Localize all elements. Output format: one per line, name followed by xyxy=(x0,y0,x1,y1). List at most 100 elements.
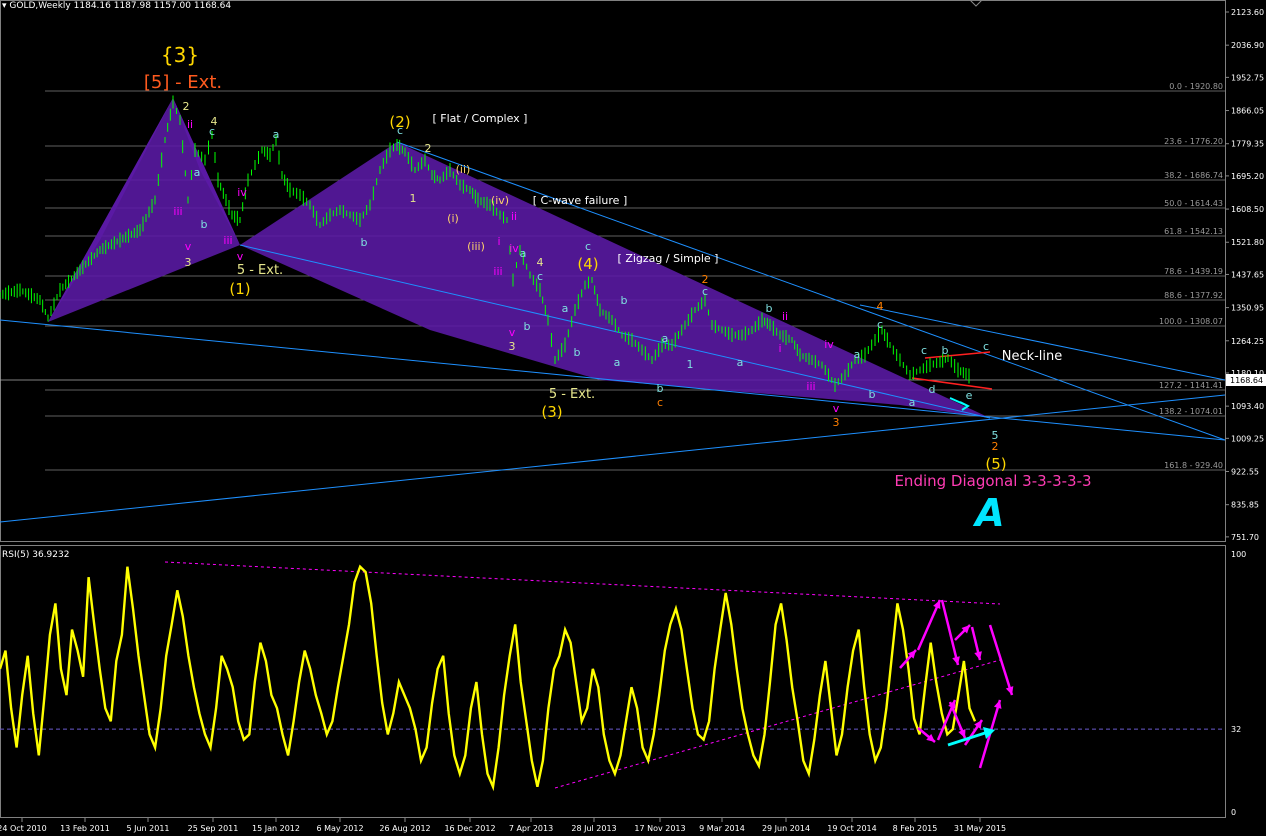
rsi-line xyxy=(0,564,977,792)
arrowhead-icon xyxy=(1005,686,1014,695)
price-tick-label: 1521.80 xyxy=(1231,238,1264,247)
wave-label: iii xyxy=(806,380,815,393)
annotation-text: {3} xyxy=(161,43,199,67)
dropdown-icon[interactable]: ▾ xyxy=(2,1,7,11)
price-tick-label: 1350.95 xyxy=(1231,304,1264,313)
wave-label: b xyxy=(942,344,949,357)
wedge-polygon xyxy=(240,142,990,418)
wave-label: ii xyxy=(511,210,517,223)
annotation-text: [ Flat / Complex ] xyxy=(433,112,528,125)
annotation-text: Neck-line xyxy=(1002,349,1063,364)
wave-label: c xyxy=(702,285,708,298)
price-tick-label: 1866.05 xyxy=(1231,107,1264,116)
price-tick-label: 2036.90 xyxy=(1231,41,1264,50)
wave-label: c xyxy=(877,318,883,331)
wave-label: a xyxy=(614,356,621,369)
time-tick-label: 24 Oct 2010 xyxy=(0,824,47,833)
rsi-axis-label: 0 xyxy=(1231,808,1236,817)
wave-label: iv xyxy=(509,242,519,255)
wave-label: 4 xyxy=(537,256,544,269)
time-tick-label: 28 Jul 2013 xyxy=(571,824,616,833)
annotation-text: 5 - Ext. xyxy=(549,387,595,402)
time-tick-label: 19 Oct 2014 xyxy=(827,824,876,833)
wave-label: (iv) xyxy=(491,194,509,207)
wave-label: d xyxy=(929,383,936,396)
annotation-text: 5 - Ext. xyxy=(237,263,283,278)
time-tick-label: 13 Feb 2011 xyxy=(60,824,110,833)
annotation-text: [ C-wave failure ] xyxy=(533,194,627,207)
rsi-magenta-arrow xyxy=(988,624,1014,696)
time-tick-label: 7 Apr 2013 xyxy=(509,824,553,833)
wave-label: b xyxy=(869,388,876,401)
rsi-axis-label: 100 xyxy=(1231,550,1246,559)
annotation-text: [ Zigzag / Simple ] xyxy=(618,252,719,265)
neckline-segment xyxy=(924,351,991,359)
wave-label: 2 xyxy=(183,100,190,113)
wave-label: a xyxy=(737,356,744,369)
wave-label: b xyxy=(201,218,208,231)
wave-label: c xyxy=(537,270,543,283)
wave-label: ii xyxy=(187,118,193,131)
wave-label: v xyxy=(237,250,244,263)
annotation-text: (5) xyxy=(985,455,1006,473)
time-tick-label: 9 Mar 2014 xyxy=(699,824,745,833)
price-chart: 0.0 - 1920.80 23.6 - 1776.20 38.2 - 1686.7… xyxy=(0,0,1266,833)
wave-label: i xyxy=(778,342,781,355)
wave-label: c xyxy=(209,125,215,138)
wave-label: c xyxy=(921,344,927,357)
wave-label: (ii) xyxy=(456,163,471,176)
wave-label: ii xyxy=(782,310,788,323)
rsi-magenta-arrow xyxy=(940,599,960,666)
wave-label: 1 xyxy=(687,358,694,371)
annotation-text: Ending Diagonal 3-3-3-3-3 xyxy=(894,472,1091,490)
wave-label: i xyxy=(497,235,500,248)
wave-label: b xyxy=(574,346,581,359)
fib-label: 161.8 - 929.40 xyxy=(1164,461,1223,470)
fib-label: 50.0 - 1614.43 xyxy=(1164,199,1223,208)
price-tick-label: 1264.25 xyxy=(1231,337,1264,346)
price-tick-label: 1009.25 xyxy=(1231,434,1264,443)
rsi-title: RSI(5) 36.9232 xyxy=(2,550,70,560)
fib-label: 100.0 - 1308.07 xyxy=(1159,317,1223,326)
time-tick-label: 6 May 2012 xyxy=(316,824,363,833)
fib-label: 38.2 - 1686.74 xyxy=(1164,171,1223,180)
wave-label: (iii) xyxy=(467,240,485,253)
fib-label: 127.2 - 1141.41 xyxy=(1159,381,1223,390)
time-tick-label: 16 Dec 2012 xyxy=(444,824,495,833)
wave-label: b xyxy=(621,294,628,307)
wave-label: a xyxy=(194,166,201,179)
time-tick-label: 8 Feb 2015 xyxy=(893,824,938,833)
fib-label: 138.2 - 1074.01 xyxy=(1159,407,1223,416)
wave-label: (i) xyxy=(447,212,459,225)
price-tick-label: 2123.60 xyxy=(1231,8,1264,17)
current-price-label: 1168.64 xyxy=(1230,376,1263,385)
price-tick-label: 835.85 xyxy=(1231,501,1259,510)
wave-label: iv xyxy=(824,338,834,351)
wave-label: a xyxy=(520,247,527,260)
wave-label: v xyxy=(509,326,516,339)
wave-label: b xyxy=(361,236,368,249)
price-tick-label: 922.55 xyxy=(1231,468,1259,477)
cyan-a-marker: A xyxy=(972,491,1004,535)
price-tick-label: 1779.35 xyxy=(1231,140,1264,149)
fib-label: 0.0 - 1920.80 xyxy=(1169,82,1223,91)
ohlc-values: 1184.16 1187.98 1157.00 1168.64 xyxy=(73,1,232,11)
wave-label: b xyxy=(766,302,773,315)
rsi-magenta-arrow xyxy=(916,599,942,651)
wave-label: a xyxy=(854,348,861,361)
price-tick-label: 751.70 xyxy=(1231,533,1259,542)
rsi-panel: 100 32 0 xyxy=(0,550,1246,817)
wave-label: c xyxy=(585,240,591,253)
wave-label: iii xyxy=(173,205,182,218)
wave-label: 4 xyxy=(877,300,884,313)
wave-label: iv xyxy=(237,186,247,199)
time-tick-label: 5 Jun 2011 xyxy=(126,824,169,833)
wave-label: 1 xyxy=(410,192,417,205)
wave-label: c xyxy=(657,396,663,409)
price-tick-label: 1608.50 xyxy=(1231,205,1264,214)
wave-label: e xyxy=(966,389,973,402)
wave-label: b xyxy=(657,382,664,395)
rsi-axis-label: 32 xyxy=(1231,725,1241,734)
price-tick-label: 1695.20 xyxy=(1231,172,1264,181)
trend-line xyxy=(0,394,1226,523)
